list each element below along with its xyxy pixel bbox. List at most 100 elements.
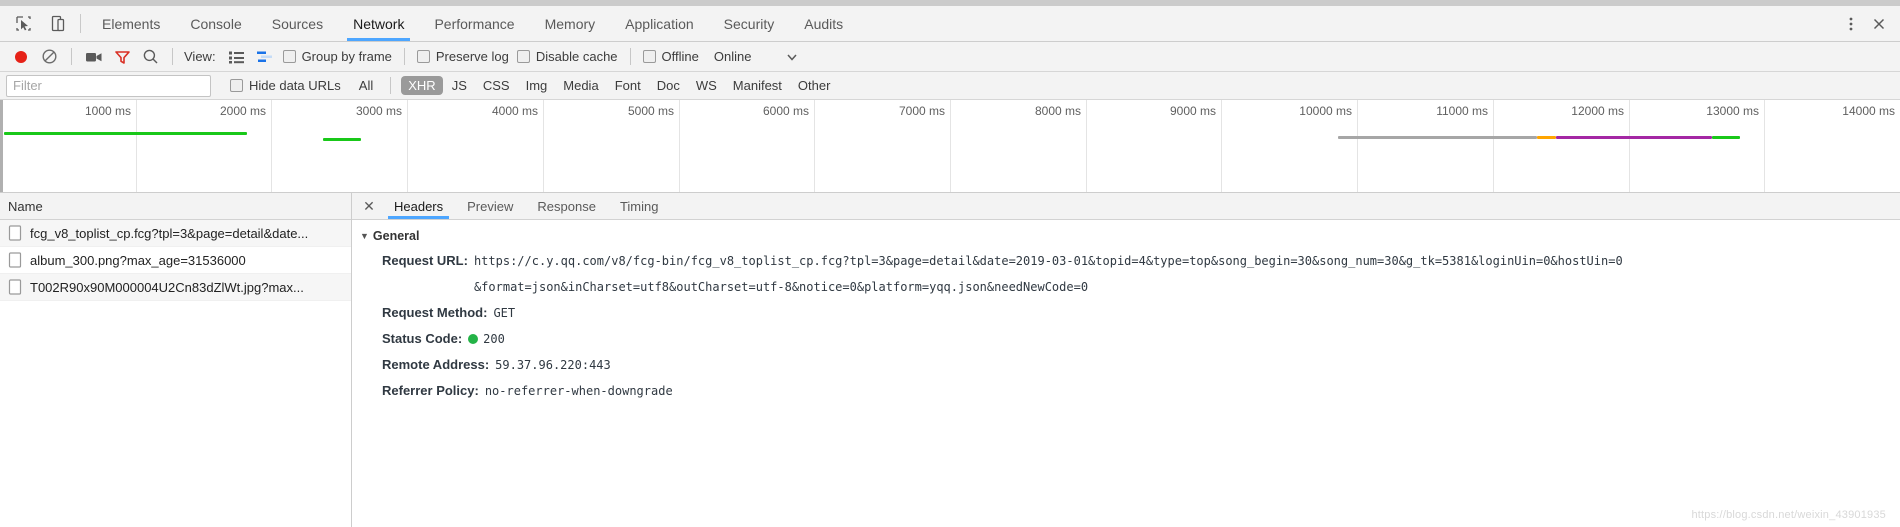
table-row[interactable]: album_300.png?max_age=31536000 — [0, 247, 351, 274]
list-view-icon[interactable] — [224, 45, 250, 69]
type-filter-ws-label: WS — [695, 78, 717, 93]
record-button[interactable] — [8, 45, 34, 69]
tab-response[interactable]: Response — [525, 193, 608, 219]
field-remote-address: Remote Address: 59.37.96.220:443 — [352, 352, 1900, 378]
request-bar-purple — [1556, 136, 1712, 139]
type-filter-ws[interactable]: WS — [689, 76, 724, 95]
tab-headers[interactable]: Headers — [382, 193, 455, 219]
more-options-icon[interactable] — [1838, 11, 1864, 37]
camera-icon[interactable] — [81, 45, 107, 69]
field-referrer-policy-value: no-referrer-when-downgrade — [484, 384, 673, 398]
request-bar-green-3 — [1711, 136, 1741, 139]
general-section-title: General — [372, 229, 420, 243]
chevron-down-icon[interactable] — [781, 46, 803, 68]
table-row[interactable]: T002R90x90M000004U2Cn83dZlWt.jpg?max... — [0, 274, 351, 301]
tab-console[interactable]: Console — [175, 6, 256, 41]
overview-tick-divider — [271, 100, 272, 192]
overview-tick-label: 14000 ms — [1842, 104, 1895, 118]
throttling-value[interactable]: Online — [704, 49, 752, 64]
overview-tick-label: 4000 ms — [491, 104, 538, 118]
tabbar-tool-icons — [0, 6, 76, 41]
type-filter-media-label: Media — [563, 78, 599, 93]
hide-data-urls-label: Hide data URLs — [249, 78, 341, 93]
type-filter-img-label: Img — [525, 78, 548, 93]
tab-performance[interactable]: Performance — [419, 6, 529, 41]
type-filter-other-label: Other — [797, 78, 831, 93]
tab-response-label: Response — [537, 198, 596, 214]
type-filter-other[interactable]: Other — [791, 76, 838, 95]
type-filter-css[interactable]: CSS — [476, 76, 517, 95]
close-devtools-icon[interactable] — [1866, 11, 1892, 37]
preserve-log-box[interactable] — [416, 50, 430, 63]
overview-tick-label: 1000 ms — [84, 104, 131, 118]
request-list-panel: Name fcg_v8_toplist_cp.fcg?tpl=3&page=de… — [0, 193, 352, 527]
type-filter-xhr[interactable]: XHR — [401, 76, 443, 95]
type-filter-all[interactable]: All — [352, 76, 380, 95]
tab-security-label: Security — [723, 15, 775, 32]
request-name: T002R90x90M000004U2Cn83dZlWt.jpg?max... — [30, 279, 304, 295]
close-glyph: ✕ — [363, 197, 375, 214]
tab-preview[interactable]: Preview — [455, 193, 525, 219]
close-icon[interactable]: ✕ — [356, 193, 382, 219]
field-request-url-value[interactable]: https://c.y.qq.com/v8/fcg-bin/fcg_v8_top… — [468, 248, 1628, 300]
tab-timing[interactable]: Timing — [608, 193, 671, 219]
field-remote-address-key: Remote Address: — [382, 357, 490, 372]
network-filter-row: Hide data URLs All XHR JS CSS Img Media … — [0, 72, 1900, 100]
overview-tick-label: 2000 ms — [219, 104, 266, 118]
search-icon[interactable] — [137, 45, 163, 69]
type-filter-font[interactable]: Font — [608, 76, 648, 95]
overview-tick-label: 10000 ms — [1299, 104, 1352, 118]
overview-tick-divider — [543, 100, 544, 192]
table-row[interactable]: fcg_v8_toplist_cp.fcg?tpl=3&page=detail&… — [0, 220, 351, 247]
hide-data-urls-box[interactable] — [230, 79, 243, 92]
tab-network[interactable]: Network — [338, 6, 419, 41]
type-filter-manifest[interactable]: Manifest — [726, 76, 789, 95]
tab-memory[interactable]: Memory — [530, 6, 611, 41]
preserve-log-checkbox[interactable]: Preserve log — [414, 49, 512, 64]
disable-cache-label: Disable cache — [535, 49, 618, 64]
offline-label: Offline — [661, 49, 699, 64]
type-filter-img[interactable]: Img — [519, 76, 555, 95]
overview-tick-label: 6000 ms — [762, 104, 809, 118]
tab-sources-label: Sources — [271, 15, 324, 32]
disable-cache-box[interactable] — [516, 50, 530, 63]
field-request-method-key: Request Method: — [382, 305, 488, 320]
network-main-area: Name fcg_v8_toplist_cp.fcg?tpl=3&page=de… — [0, 193, 1900, 527]
filter-funnel-icon[interactable] — [109, 45, 135, 69]
tab-application[interactable]: Application — [610, 6, 709, 41]
type-filter-media[interactable]: Media — [556, 76, 605, 95]
general-section-header[interactable]: ▼ General — [352, 227, 1900, 248]
type-filter-js[interactable]: JS — [445, 76, 474, 95]
overview-tick-divider — [1629, 100, 1630, 192]
device-toolbar-icon[interactable] — [44, 11, 70, 37]
filter-input[interactable] — [6, 74, 211, 97]
watermark-text: https://blog.csdn.net/weixin_43901935 — [1691, 509, 1886, 521]
tabbar-right-buttons — [1838, 6, 1900, 41]
group-by-frame-checkbox[interactable]: Group by frame — [280, 49, 395, 64]
clear-button[interactable] — [36, 45, 62, 69]
overview-tick-label: 13000 ms — [1706, 104, 1759, 118]
tab-elements[interactable]: Elements — [87, 6, 175, 41]
field-status-code: Status Code: 200 — [352, 326, 1900, 352]
tabbar-divider — [80, 14, 81, 33]
type-filter-doc[interactable]: Doc — [650, 76, 687, 95]
tab-console-label: Console — [190, 15, 242, 32]
tab-audits[interactable]: Audits — [789, 6, 858, 41]
offline-box[interactable] — [642, 50, 656, 63]
tab-preview-label: Preview — [467, 198, 514, 214]
overview-tick-label: 11000 ms — [1436, 104, 1488, 118]
offline-checkbox[interactable]: Offline — [640, 49, 702, 64]
hide-data-urls-checkbox[interactable]: Hide data URLs — [227, 78, 344, 93]
tab-security[interactable]: Security — [709, 6, 790, 41]
inspect-element-icon[interactable] — [10, 11, 36, 37]
waterfall-view-icon[interactable] — [252, 45, 278, 69]
disable-cache-checkbox[interactable]: Disable cache — [514, 49, 621, 64]
chevron-down-icon: ▼ — [360, 231, 369, 241]
tab-headers-label: Headers — [394, 198, 444, 214]
group-by-frame-box[interactable] — [282, 50, 296, 63]
tab-sources[interactable]: Sources — [257, 6, 338, 41]
tab-performance-label: Performance — [434, 15, 515, 32]
network-overview-timeline[interactable]: 1000 ms 2000 ms 3000 ms 4000 ms 5000 ms 6000 … — [0, 100, 1900, 193]
request-list-header[interactable]: Name — [0, 193, 351, 220]
field-status-code-value: 200 — [483, 332, 505, 346]
